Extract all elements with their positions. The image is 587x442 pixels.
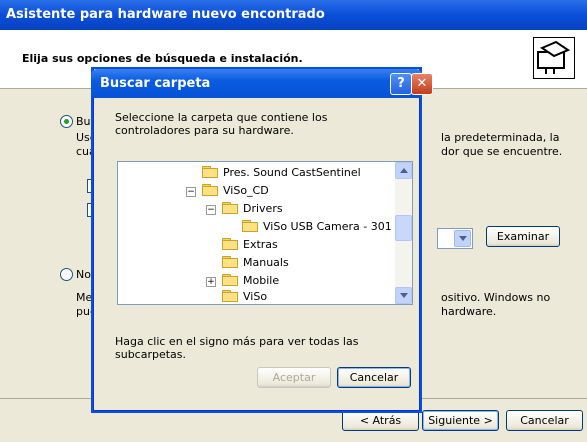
tree-item[interactable]: Mobile bbox=[222, 273, 279, 289]
chevron-down-icon[interactable] bbox=[454, 230, 471, 247]
tree-item[interactable]: Manuals bbox=[222, 255, 289, 271]
search-best-driver-radio[interactable] bbox=[60, 115, 73, 128]
scrollbar-thumb[interactable] bbox=[395, 215, 412, 241]
hardware-wizard-icon bbox=[533, 37, 575, 79]
help-icon[interactable]: ? bbox=[390, 73, 412, 95]
expand-icon[interactable]: + bbox=[206, 277, 216, 287]
tree-item[interactable]: Extras bbox=[222, 237, 278, 253]
wizard-title-bar: Asistente para hardware nuevo encontrado bbox=[0, 0, 587, 30]
tree-item-label: Extras bbox=[243, 238, 278, 251]
tree-item[interactable]: ViSo bbox=[222, 289, 268, 304]
scroll-up-icon[interactable] bbox=[395, 162, 412, 179]
folder-icon bbox=[222, 202, 238, 214]
search-option-desc-right-1: la predeterminada, la bbox=[441, 131, 560, 144]
close-icon[interactable]: ✕ bbox=[411, 73, 433, 95]
dialog-title: Buscar carpeta bbox=[100, 76, 211, 91]
folder-icon bbox=[222, 238, 238, 250]
collapse-icon[interactable]: − bbox=[186, 187, 196, 197]
folder-icon bbox=[202, 184, 218, 196]
dont-search-radio[interactable] bbox=[60, 268, 73, 281]
location-combo[interactable] bbox=[437, 228, 473, 249]
folder-tree[interactable]: Pres. Sound CastSentinel − ViSo_CD − Dri… bbox=[117, 161, 413, 305]
next-button[interactable]: Siguiente > bbox=[422, 410, 499, 431]
wizard-title: Asistente para hardware nuevo encontrado bbox=[6, 7, 325, 22]
dont-search-desc-right-1: ositivo. Windows no bbox=[441, 291, 551, 304]
tree-item-label: ViSo_CD bbox=[223, 184, 269, 197]
tree-scrollbar[interactable] bbox=[395, 162, 412, 304]
search-option-desc-right-2: dor que se encuentre. bbox=[441, 145, 563, 158]
ok-button[interactable]: Aceptar bbox=[257, 367, 331, 388]
dialog-cancel-button[interactable]: Cancelar bbox=[337, 367, 411, 388]
folder-icon bbox=[202, 166, 218, 178]
tree-item-label: Drivers bbox=[243, 202, 283, 215]
back-button[interactable]: < Atrás bbox=[342, 410, 419, 431]
dialog-title-bar: Buscar carpeta ? ✕ bbox=[91, 69, 433, 98]
folder-icon bbox=[222, 274, 238, 286]
tree-item-label: ViSo bbox=[243, 290, 268, 303]
dont-search-desc-right-2: hardware. bbox=[441, 305, 497, 318]
browse-button[interactable]: Examinar bbox=[486, 226, 560, 247]
tree-item-label: ViSo USB Camera - 301 bbox=[263, 220, 392, 233]
tree-item[interactable]: Pres. Sound CastSentinel bbox=[202, 165, 361, 181]
folder-icon bbox=[222, 256, 238, 268]
dialog-description: Seleccione la carpeta que contiene los c… bbox=[115, 111, 328, 137]
browse-folder-dialog: Buscar carpeta ? ✕ Seleccione la carpeta… bbox=[91, 69, 433, 411]
tree-item-label: Mobile bbox=[243, 274, 280, 287]
tree-item-label: Manuals bbox=[243, 256, 289, 269]
wizard-heading: Elija sus opciones de búsqueda e instala… bbox=[22, 52, 303, 65]
tree-item[interactable]: ViSo_CD bbox=[202, 183, 269, 199]
tree-item-label: Pres. Sound CastSentinel bbox=[223, 166, 361, 179]
scroll-down-icon[interactable] bbox=[395, 287, 412, 304]
wizard-cancel-button[interactable]: Cancelar bbox=[506, 410, 583, 431]
tree-item[interactable]: Drivers bbox=[222, 201, 283, 217]
folder-icon bbox=[222, 290, 238, 302]
dont-search-label: No bbox=[76, 268, 91, 281]
dialog-hint: Haga clic en el signo más para ver todas… bbox=[115, 335, 359, 361]
folder-icon bbox=[242, 220, 258, 232]
collapse-icon[interactable]: − bbox=[206, 205, 216, 215]
tree-item-selected[interactable]: ViSo USB Camera - 301 bbox=[242, 219, 392, 235]
